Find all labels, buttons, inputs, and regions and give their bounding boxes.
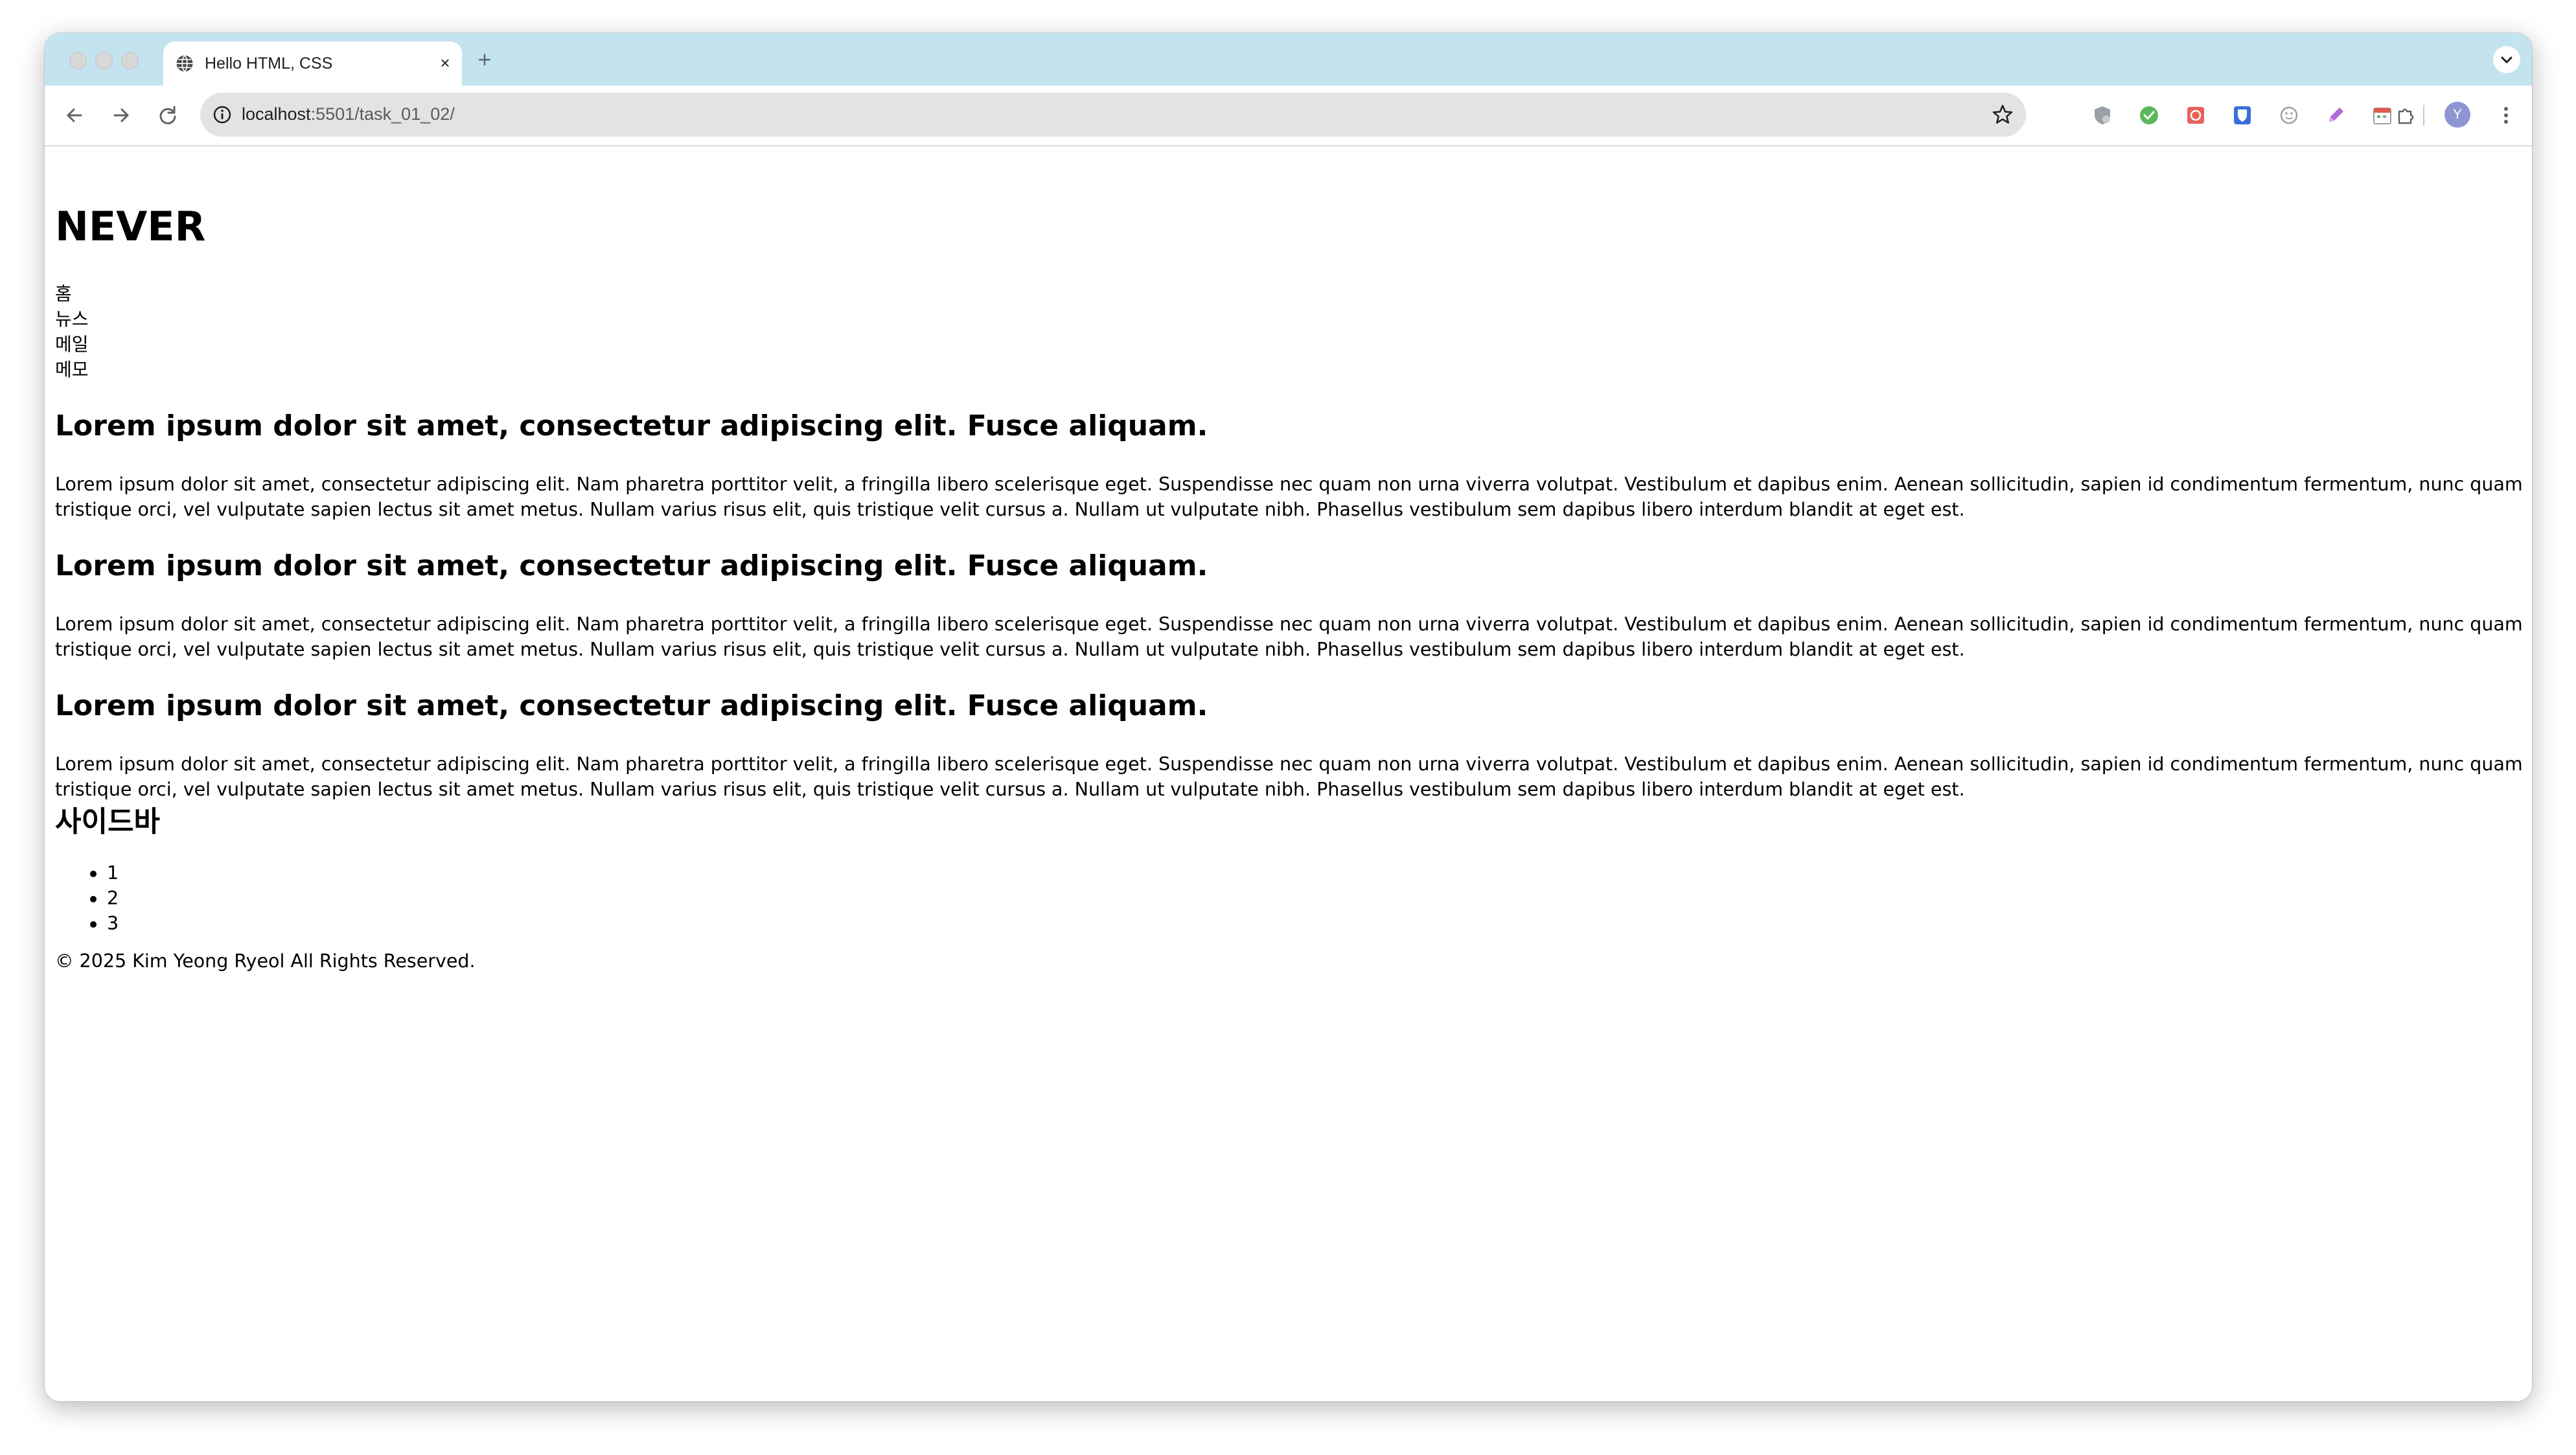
article-body: Lorem ipsum dolor sit amet, consectetur … <box>55 753 2523 800</box>
new-tab-button[interactable]: + <box>474 48 496 71</box>
forward-icon[interactable] <box>107 101 135 130</box>
page-viewport: NEVER 홈 뉴스 메일 메모 Lorem ipsum dolor sit a… <box>45 146 2532 1401</box>
tab-title: Hello HTML, CSS <box>205 54 333 73</box>
sidebar-list: 1 2 3 <box>55 860 119 936</box>
check-extension-icon[interactable] <box>2137 104 2161 127</box>
tab-strip: Hello HTML, CSS × + <box>45 33 2532 86</box>
calendar-extension-icon[interactable] <box>2371 104 2394 127</box>
list-item: 2 <box>89 886 119 911</box>
address-bar[interactable]: localhost:5501/task_01_02/ <box>200 93 2026 137</box>
pen-extension-icon[interactable] <box>2324 104 2347 127</box>
nav-item-memo[interactable]: 메모 <box>55 357 89 382</box>
url-text[interactable]: localhost:5501/task_01_02/ <box>242 104 455 124</box>
browser-window: Hello HTML, CSS × + localhost:5501/task_… <box>45 33 2532 1401</box>
toolbar-divider <box>2423 105 2424 126</box>
tab-active[interactable]: Hello HTML, CSS × <box>163 41 462 86</box>
url-host: localhost <box>242 104 311 124</box>
puzzle-icon[interactable] <box>2394 104 2417 127</box>
article-body: Lorem ipsum dolor sit amet, consectetur … <box>55 474 2523 520</box>
shield-extension-icon[interactable] <box>2091 104 2114 127</box>
chevron-down-icon <box>2501 56 2513 63</box>
nav-item-news[interactable]: 뉴스 <box>55 306 89 332</box>
nav-item-home[interactable]: 홈 <box>55 281 89 306</box>
grid-extension-icon[interactable] <box>2184 104 2207 127</box>
profile-avatar[interactable]: Y <box>2444 102 2470 128</box>
menu-dots-icon[interactable] <box>2493 102 2519 128</box>
site-info-icon[interactable] <box>212 104 233 125</box>
window-close-button[interactable] <box>69 52 87 69</box>
reload-icon[interactable] <box>154 101 182 130</box>
window-minimize-button[interactable] <box>95 52 113 69</box>
site-title: NEVER <box>55 203 206 250</box>
globe-icon <box>176 54 193 73</box>
article-title: Lorem ipsum dolor sit amet, consectetur … <box>55 409 1208 442</box>
sidebar-title: 사이드바 <box>55 805 160 838</box>
back-icon[interactable] <box>60 101 89 130</box>
bookmark-star-icon[interactable] <box>1991 103 2014 126</box>
list-item: 1 <box>89 860 119 886</box>
main-nav: 홈 뉴스 메일 메모 <box>55 281 89 382</box>
tab-close-icon[interactable]: × <box>434 52 456 74</box>
list-item: 3 <box>89 911 119 936</box>
article-title: Lorem ipsum dolor sit amet, consectetur … <box>55 689 1208 722</box>
url-path: :5501/task_01_02/ <box>310 104 455 124</box>
tab-search-button[interactable] <box>2493 46 2520 73</box>
nav-item-mail[interactable]: 메일 <box>55 332 89 357</box>
footer-copyright: © 2025 Kim Yeong Ryeol All Rights Reserv… <box>55 950 476 972</box>
emoji-extension-icon[interactable] <box>2277 104 2301 127</box>
window-maximize-button[interactable] <box>121 52 139 69</box>
article-title: Lorem ipsum dolor sit amet, consectetur … <box>55 549 1208 582</box>
bitwarden-extension-icon[interactable] <box>2231 104 2254 127</box>
article-body: Lorem ipsum dolor sit amet, consectetur … <box>55 613 2523 660</box>
browser-toolbar: localhost:5501/task_01_02/ Y <box>45 86 2532 146</box>
